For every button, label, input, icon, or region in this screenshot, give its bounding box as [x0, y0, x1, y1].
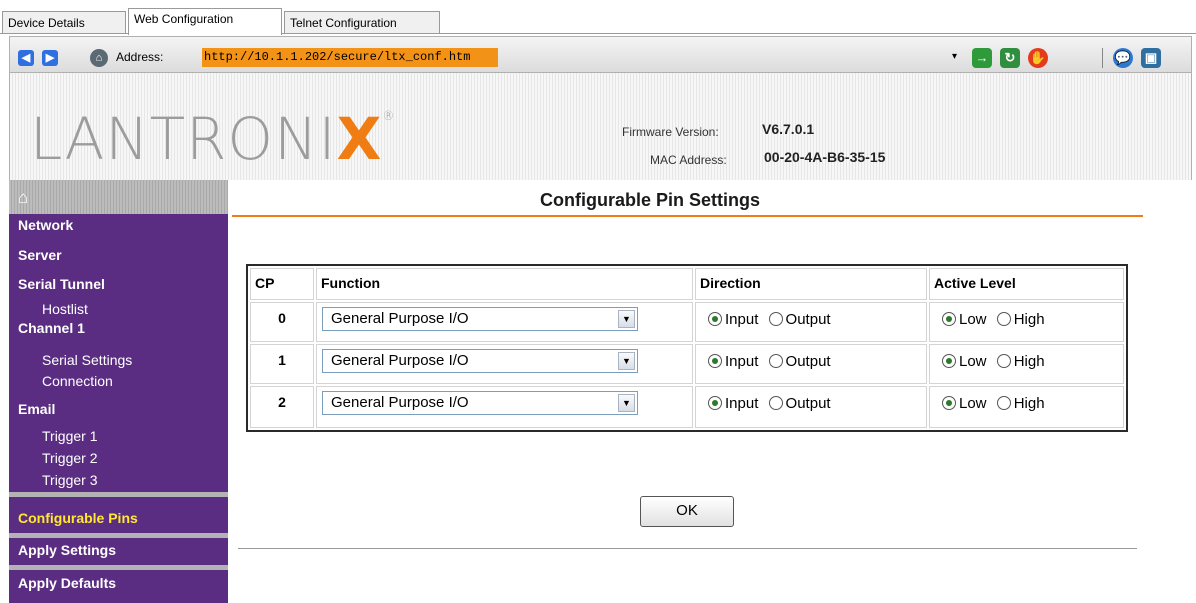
sidebar-item-server[interactable]: Server [9, 247, 228, 263]
column-header-direction: Direction [695, 268, 927, 300]
sidebar-item-serial-tunnel[interactable]: Serial Tunnel [9, 276, 228, 292]
table-row-0-function: General Purpose I/O ▼ [316, 302, 693, 342]
sidebar-item-apply-defaults[interactable]: Apply Defaults [9, 575, 228, 591]
title-divider [232, 215, 1143, 217]
table-row-2-function: General Purpose I/O ▼ [316, 386, 693, 428]
direction-input-radio[interactable] [708, 312, 722, 326]
level-high-radio[interactable] [996, 396, 1011, 410]
table-row-0-direction: Input Output [695, 302, 927, 342]
sidebar-item-trigger-1[interactable]: Trigger 1 [9, 428, 228, 444]
table-row-1-level: Low High [929, 344, 1124, 384]
table-row-2-direction: Input Output [695, 386, 927, 428]
sidebar-item-connection[interactable]: Connection [9, 373, 228, 389]
table-row-0-level: Low High [929, 302, 1124, 342]
pin-settings-table: CP Function Direction Active Level 0 Gen… [246, 264, 1128, 432]
level-low-radio[interactable] [942, 312, 956, 326]
level-low-radio[interactable] [942, 354, 956, 368]
tab-telnet-configuration[interactable]: Telnet Configuration [284, 11, 440, 34]
table-row-1-function: General Purpose I/O ▼ [316, 344, 693, 384]
sidebar-divider [9, 565, 228, 570]
address-label: Address: [116, 50, 164, 64]
cp-number: 2 [250, 386, 314, 428]
tab-bar: Device Details Web Configuration Telnet … [0, 0, 1196, 35]
sidebar-item-network[interactable]: Network [9, 217, 228, 233]
sidebar-item-channel-1[interactable]: Channel 1 [9, 320, 228, 336]
home-icon[interactable]: ⌂ [90, 49, 108, 67]
page-header: LANTRONIX® Firmware Version: V6.7.0.1 MA… [9, 73, 1192, 180]
column-header-cp: CP [250, 268, 314, 300]
ok-button[interactable]: OK [640, 496, 734, 527]
table-row-2-level: Low High [929, 386, 1124, 428]
column-header-function: Function [316, 268, 693, 300]
house-icon[interactable]: ⌂ [18, 188, 28, 208]
table-row-1-direction: Input Output [695, 344, 927, 384]
sidebar-home[interactable]: ⌂ [9, 180, 228, 214]
chat-icon[interactable]: 💬 [1113, 48, 1133, 68]
sidebar-divider [9, 533, 228, 538]
level-high-radio[interactable] [996, 312, 1011, 326]
firmware-value: V6.7.0.1 [762, 121, 815, 137]
address-dropdown-icon[interactable]: ▾ [952, 51, 957, 62]
page-title: Configurable Pin Settings [540, 190, 761, 210]
go-icon[interactable]: → [972, 48, 992, 68]
sidebar-item-trigger-3[interactable]: Trigger 3 [9, 472, 228, 488]
stop-icon[interactable]: ✋ [1028, 48, 1048, 68]
sidebar-item-trigger-2[interactable]: Trigger 2 [9, 450, 228, 466]
sidebar-item-email[interactable]: Email [9, 401, 228, 417]
tab-web-configuration[interactable]: Web Configuration [128, 8, 282, 35]
direction-output-radio[interactable] [768, 396, 783, 410]
window-icon[interactable]: ▣ [1141, 48, 1161, 68]
address-input[interactable]: http://10.1.1.202/secure/ltx_conf.htm [202, 48, 498, 67]
bottom-divider [238, 548, 1137, 549]
function-select[interactable]: General Purpose I/O ▼ [322, 349, 638, 373]
direction-output-radio[interactable] [768, 312, 783, 326]
function-select[interactable]: General Purpose I/O ▼ [322, 307, 638, 331]
chevron-down-icon[interactable]: ▼ [618, 352, 635, 370]
mac-label: MAC Address: [650, 153, 727, 167]
cp-number: 1 [250, 344, 314, 384]
level-high-radio[interactable] [996, 354, 1011, 368]
address-bar: ◀ ▶ ⌂ Address: http://10.1.1.202/secure/… [9, 36, 1192, 73]
direction-input-radio[interactable] [708, 396, 722, 410]
direction-input-radio[interactable] [708, 354, 722, 368]
sidebar-item-configurable-pins[interactable]: Configurable Pins [9, 510, 228, 526]
sidebar-divider [9, 492, 228, 497]
level-low-radio[interactable] [942, 396, 956, 410]
tab-device-details[interactable]: Device Details [2, 11, 126, 34]
chevron-down-icon[interactable]: ▼ [618, 310, 635, 328]
firmware-label: Firmware Version: [622, 125, 719, 139]
refresh-icon[interactable]: ↻ [1000, 48, 1020, 68]
back-icon[interactable]: ◀ [18, 50, 34, 66]
column-header-active-level: Active Level [929, 268, 1124, 300]
cp-number: 0 [250, 302, 314, 342]
sidebar-nav: ⌂ Network Server Serial Tunnel Hostlist … [9, 180, 228, 603]
function-select[interactable]: General Purpose I/O ▼ [322, 391, 638, 415]
toolbar-separator [1102, 48, 1103, 68]
sidebar-item-apply-settings[interactable]: Apply Settings [9, 542, 228, 558]
lantronix-logo: LANTRONIX® [30, 105, 396, 173]
chevron-down-icon[interactable]: ▼ [618, 394, 635, 412]
sidebar-item-hostlist[interactable]: Hostlist [9, 301, 228, 317]
sidebar-item-serial-settings[interactable]: Serial Settings [9, 352, 228, 368]
forward-icon[interactable]: ▶ [42, 50, 58, 66]
direction-output-radio[interactable] [768, 354, 783, 368]
mac-value: 00-20-4A-B6-35-15 [764, 149, 886, 165]
